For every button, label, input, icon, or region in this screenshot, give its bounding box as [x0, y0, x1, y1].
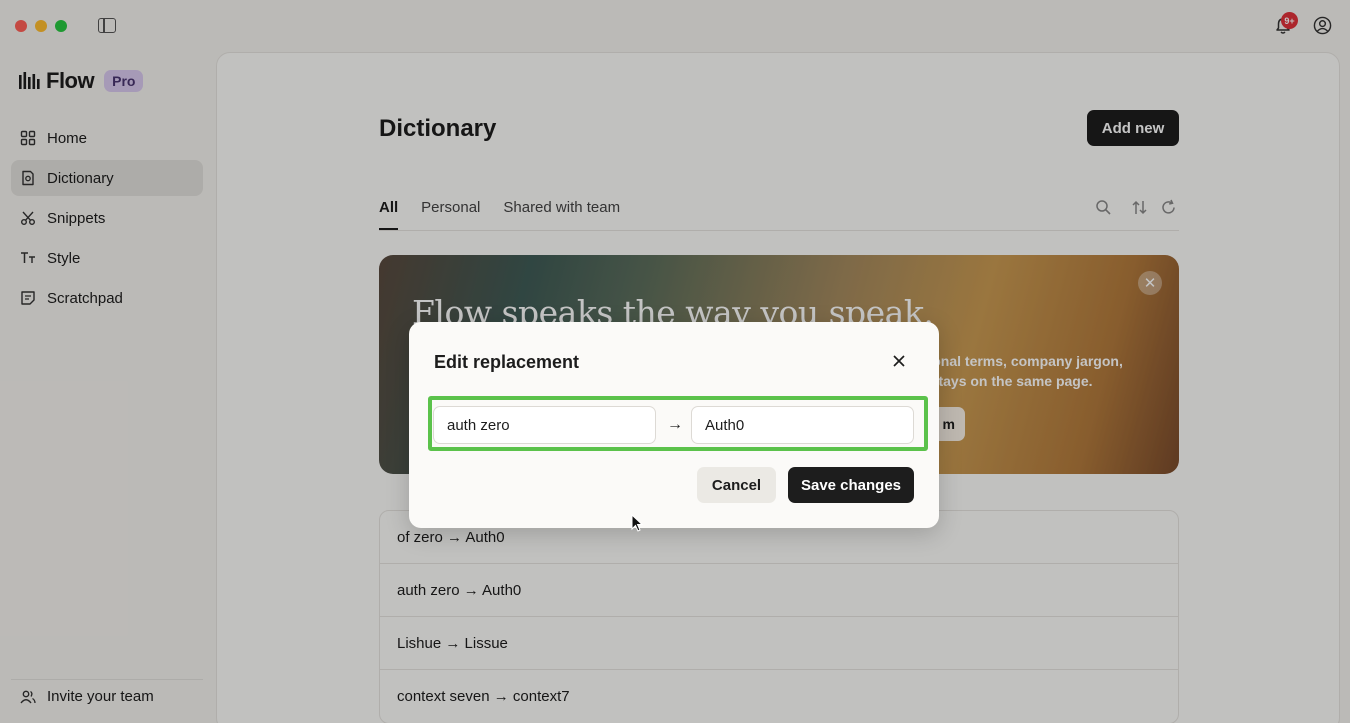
- cancel-button[interactable]: Cancel: [697, 467, 776, 503]
- edit-replacement-dialog: Edit replacement → Cancel Save changes: [409, 322, 939, 528]
- replace-from-input[interactable]: [433, 406, 656, 444]
- arrow-right-icon: →: [667, 416, 683, 433]
- dialog-title: Edit replacement: [434, 352, 580, 372]
- close-icon[interactable]: [890, 352, 908, 370]
- mouse-cursor-icon: [631, 514, 643, 532]
- replace-to-input[interactable]: [691, 406, 914, 444]
- save-changes-button[interactable]: Save changes: [788, 467, 914, 503]
